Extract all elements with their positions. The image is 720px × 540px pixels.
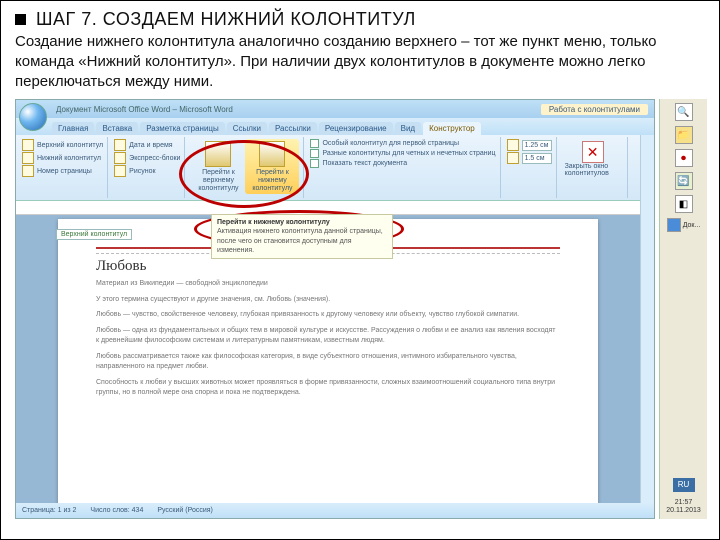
article-l3: Любовь — одна из фундаментальных и общих… — [96, 326, 560, 347]
date-icon — [114, 139, 126, 151]
os-refresh-icon[interactable]: 🔄 — [675, 172, 693, 190]
status-bar: Страница: 1 из 2 Число слов: 434 Русский… — [16, 503, 654, 518]
lang-indicator[interactable]: RU — [673, 478, 695, 492]
group-close: ✕ Закрыть окно колонтитулов — [559, 137, 628, 198]
article-l4: Любовь рассматривается также как философ… — [96, 352, 560, 373]
group-position: 1.25 см 1.5 см — [503, 137, 557, 198]
parts-icon — [114, 152, 126, 164]
highlight-circle-1 — [179, 140, 309, 208]
group-insert: Дата и время Экспресс-блоки Рисунок — [110, 137, 185, 198]
word-window: Документ Microsoft Office Word – Microso… — [15, 99, 655, 519]
picture-icon — [114, 165, 126, 177]
pos-bottom[interactable]: 1.5 см — [507, 152, 552, 164]
os-record-icon[interactable]: ⏺ — [675, 149, 693, 167]
article-title: Любовь — [96, 258, 560, 275]
checkbox-icon — [310, 159, 319, 168]
tab-review[interactable]: Рецензирование — [319, 122, 393, 135]
status-words: Число слов: 434 — [90, 507, 143, 514]
contextual-title: Работа с колонтитулами — [541, 104, 648, 115]
tab-design-ctx[interactable]: Конструктор — [423, 122, 481, 135]
clock: 21:57 20.11.2013 — [666, 497, 701, 520]
os-app-icon[interactable]: ◧ — [675, 195, 693, 213]
btn-pagenum[interactable]: Номер страницы — [22, 165, 103, 177]
pagenum-icon — [22, 165, 34, 177]
slide-body: Создание нижнего колонтитула аналогично … — [1, 32, 719, 97]
slide-title: ШАГ 7. СОЗДАЕМ НИЖНИЙ КОЛОНТИТУЛ — [36, 9, 416, 30]
scrollbar-v[interactable] — [640, 135, 654, 503]
ribbon-tabs: Главная Вставка Разметка страницы Ссылки… — [16, 118, 654, 135]
page: Верхний колонтитул Любовь Материал из Ви… — [58, 219, 598, 505]
tab-references[interactable]: Ссылки — [227, 122, 267, 135]
document-area[interactable]: Верхний колонтитул Любовь Материал из Ви… — [16, 215, 654, 505]
group-options: Особый колонтитул для первой страницы Ра… — [306, 137, 500, 198]
header-icon — [22, 139, 34, 151]
checkbox-icon — [310, 149, 319, 158]
checkbox-icon — [310, 139, 319, 148]
screenshot: Документ Microsoft Office Word – Microso… — [15, 99, 707, 519]
os-panel: 🔍 📁 ⏺ 🔄 ◧ Док... RU 21:57 20.11.2013 — [659, 99, 707, 519]
article-l5: Способность к любви у высших животных мо… — [96, 378, 560, 399]
close-icon: ✕ — [582, 141, 604, 163]
os-folder-icon[interactable]: 📁 — [675, 126, 693, 144]
pos-top[interactable]: 1.25 см — [507, 139, 552, 151]
status-lang: Русский (Россия) — [157, 507, 213, 514]
btn-parts[interactable]: Экспресс-блоки — [114, 152, 180, 164]
btn-close-hf[interactable]: ✕ Закрыть окно колонтитулов — [563, 139, 623, 179]
group-header-footer: Верхний колонтитул Нижний колонтитул Ном… — [18, 137, 108, 198]
status-page: Страница: 1 из 2 — [22, 507, 76, 514]
btn-picture[interactable]: Рисунок — [114, 165, 180, 177]
margin-top-icon — [507, 139, 519, 151]
tooltip-desc: Активация нижнего колонтитула данной стр… — [217, 228, 383, 253]
article-l1: У этого термина существуют и другие знач… — [96, 295, 560, 306]
word-doc-icon — [667, 218, 681, 232]
hf-tag: Верхний колонтитул — [56, 229, 132, 240]
bullet-icon — [15, 14, 26, 25]
btn-header[interactable]: Верхний колонтитул — [22, 139, 103, 151]
chk-odd-even[interactable]: Разные колонтитулы для четных и нечетных… — [310, 149, 495, 158]
taskbar-doc[interactable]: Док... — [667, 218, 701, 232]
os-search-icon[interactable]: 🔍 — [675, 103, 693, 121]
chk-show-doc[interactable]: Показать текст документа — [310, 159, 495, 168]
btn-footer[interactable]: Нижний колонтитул — [22, 152, 103, 164]
tab-home[interactable]: Главная — [52, 122, 94, 135]
margin-bottom-icon — [507, 152, 519, 164]
footer-icon — [22, 152, 34, 164]
article-l2: Любовь — чувство, свойственное человеку,… — [96, 310, 560, 321]
chk-first-page[interactable]: Особый колонтитул для первой страницы — [310, 139, 495, 148]
window-title: Документ Microsoft Office Word – Microso… — [56, 105, 233, 114]
tab-layout[interactable]: Разметка страницы — [140, 122, 225, 135]
tab-mailings[interactable]: Рассылки — [269, 122, 317, 135]
tab-view[interactable]: Вид — [395, 122, 421, 135]
tooltip: Перейти к нижнему колонтитулу Активация … — [211, 214, 393, 258]
article-sub: Материал из Википедии — свободной энцикл… — [96, 279, 560, 290]
ribbon: Верхний колонтитул Нижний колонтитул Ном… — [16, 135, 654, 201]
tab-insert[interactable]: Вставка — [96, 122, 138, 135]
btn-date[interactable]: Дата и время — [114, 139, 180, 151]
title-bar: Документ Microsoft Office Word – Microso… — [16, 100, 654, 118]
tooltip-title: Перейти к нижнему колонтитулу — [217, 219, 330, 226]
